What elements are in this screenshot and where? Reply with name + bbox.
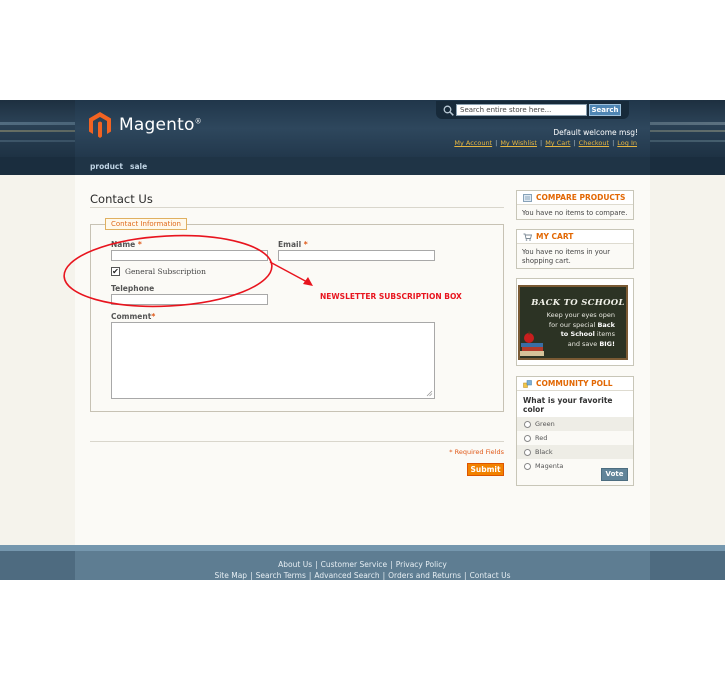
my-cart-block: MY CART You have no items in your shoppi… bbox=[516, 229, 634, 269]
submit-button[interactable]: Submit bbox=[467, 463, 504, 476]
poll-option-green[interactable]: Green bbox=[517, 417, 633, 431]
poll-option-red[interactable]: Red bbox=[517, 431, 633, 445]
log-in-link[interactable]: Log In bbox=[617, 139, 637, 147]
radio-button[interactable] bbox=[524, 421, 531, 428]
name-field[interactable] bbox=[111, 250, 268, 261]
footer-link-customer-service[interactable]: Customer Service bbox=[321, 560, 388, 569]
footer-link-contact-us[interactable]: Contact Us bbox=[470, 571, 511, 580]
poll-question: What is your favorite color bbox=[517, 391, 633, 417]
title-divider bbox=[90, 207, 504, 208]
nav-item-product[interactable]: product bbox=[90, 162, 123, 171]
buttons-divider bbox=[90, 441, 504, 442]
footer-link-privacy-policy[interactable]: Privacy Policy bbox=[396, 560, 447, 569]
my-wishlist-link[interactable]: My Wishlist bbox=[500, 139, 537, 147]
footer-link-search-terms[interactable]: Search Terms bbox=[256, 571, 306, 580]
logo-text: Magento® bbox=[119, 115, 202, 135]
footer-link-orders-returns[interactable]: Orders and Returns bbox=[388, 571, 461, 580]
telephone-label: Telephone bbox=[111, 284, 155, 293]
nav-bar-inner bbox=[75, 157, 650, 175]
footer-links-row2: Site Map | Search Terms | Advanced Search | Or… bbox=[214, 571, 511, 580]
compare-products-title: COMPARE PRODUCTS bbox=[517, 191, 633, 205]
my-cart-link[interactable]: My Cart bbox=[545, 139, 570, 147]
welcome-message: Default welcome msg! bbox=[553, 128, 638, 137]
search-input[interactable]: Search entire store here... bbox=[456, 104, 587, 116]
poll-options: Green Red Black Magenta bbox=[517, 417, 633, 473]
magento-logo-icon bbox=[89, 112, 111, 138]
radio-button[interactable] bbox=[524, 449, 531, 456]
comment-textarea[interactable] bbox=[111, 322, 435, 399]
newsletter-checkbox[interactable]: ✔ bbox=[111, 267, 120, 276]
fieldset-legend: Contact Information bbox=[105, 218, 187, 230]
nav-item-sale[interactable]: sale bbox=[130, 162, 147, 171]
promo-title: BACK TO SCHOOL bbox=[531, 298, 625, 308]
footer-link-about-us[interactable]: About Us bbox=[278, 560, 312, 569]
my-account-link[interactable]: My Account bbox=[454, 139, 492, 147]
telephone-field[interactable] bbox=[111, 294, 268, 305]
vote-button[interactable]: Vote bbox=[601, 468, 628, 481]
page: Magento® Search entire store here... Sea… bbox=[0, 0, 725, 680]
footer-link-advanced-search[interactable]: Advanced Search bbox=[314, 571, 379, 580]
books-apple-icon bbox=[520, 331, 544, 356]
footer-links-row1: About Us | Customer Service | Privacy Policy bbox=[278, 560, 447, 569]
compare-products-block: COMPARE PRODUCTS You have no items to co… bbox=[516, 190, 634, 220]
email-field[interactable] bbox=[278, 250, 435, 261]
my-cart-empty: You have no items in your shopping cart. bbox=[522, 248, 611, 265]
search-button[interactable]: Search bbox=[589, 104, 621, 116]
radio-button[interactable] bbox=[524, 463, 531, 470]
cart-icon bbox=[523, 233, 532, 241]
resize-handle-icon[interactable] bbox=[426, 390, 433, 397]
radio-button[interactable] bbox=[524, 435, 531, 442]
compare-icon bbox=[523, 194, 532, 202]
email-label: Email * bbox=[278, 240, 308, 249]
logo[interactable]: Magento® bbox=[89, 112, 202, 138]
promo-text: Keep your eyes open for our special Back… bbox=[546, 311, 615, 348]
newsletter-label: General Subscription bbox=[125, 267, 206, 276]
search-icon bbox=[443, 105, 454, 116]
poll-option-black[interactable]: Black bbox=[517, 445, 633, 459]
page-title: Contact Us bbox=[90, 192, 153, 206]
checkout-link[interactable]: Checkout bbox=[579, 139, 609, 147]
top-links: My Account | My Wishlist | My Cart | Checkout |… bbox=[454, 139, 637, 147]
name-label: Name * bbox=[111, 240, 142, 249]
compare-products-empty: You have no items to compare. bbox=[522, 209, 628, 217]
poll-icon bbox=[523, 380, 532, 388]
annotation-label: NEWSLETTER SUBSCRIPTION BOX bbox=[320, 292, 462, 301]
comment-label: Comment* bbox=[111, 312, 156, 321]
my-cart-title: MY CART bbox=[517, 230, 633, 244]
footer-link-site-map[interactable]: Site Map bbox=[214, 571, 247, 580]
footer-top-strip bbox=[0, 545, 725, 551]
required-fields-note: * Required Fields bbox=[449, 448, 504, 456]
community-poll-title: COMMUNITY POLL bbox=[517, 377, 633, 391]
